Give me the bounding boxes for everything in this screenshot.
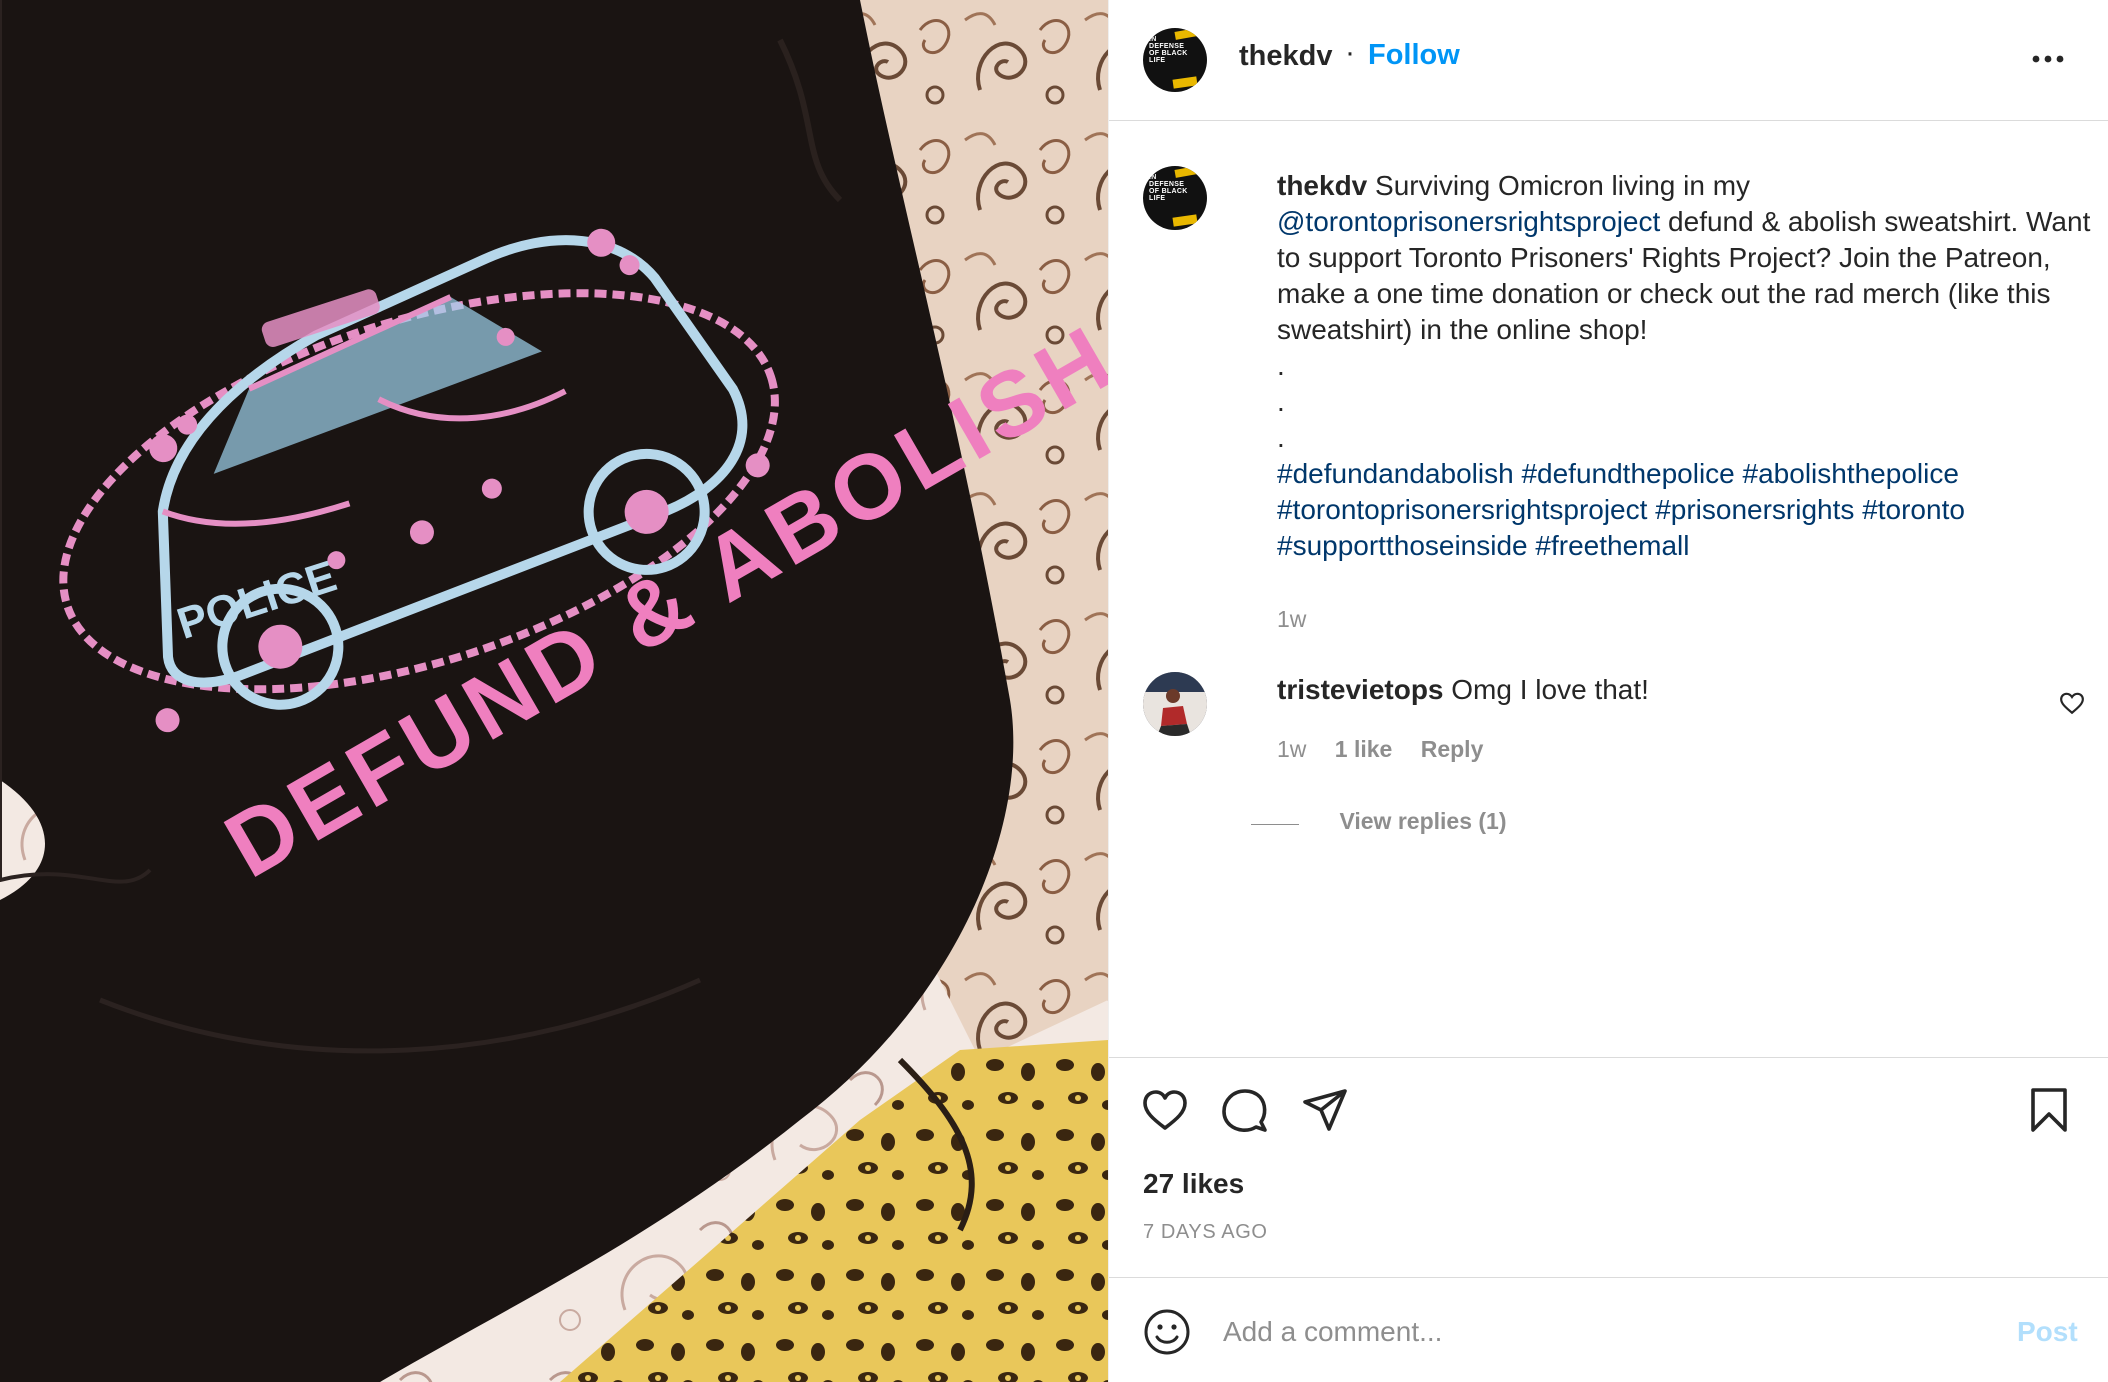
author-avatar[interactable]: IN DEFENSE OF BLACK LIFE xyxy=(1143,28,1207,92)
hashtag-link[interactable]: #abolishthepolice xyxy=(1743,458,1959,489)
commenter-avatar[interactable] xyxy=(1143,672,1207,736)
commenter-username[interactable]: tristevietops xyxy=(1277,674,1444,705)
hashtag-link[interactable]: #torontoprisonersrightsproject xyxy=(1277,494,1647,525)
comment-meta: 1w 1 like Reply xyxy=(1277,736,1505,763)
hashtag-link[interactable]: #defundthepolice xyxy=(1521,458,1734,489)
paper-plane-icon[interactable] xyxy=(1299,1084,1351,1136)
bookmark-icon[interactable] xyxy=(2023,1084,2075,1136)
add-comment-bar: Post xyxy=(1109,1277,2108,1382)
caption-text: thekdv Surviving Omicron living in my @t… xyxy=(1277,168,2097,637)
caption-username[interactable]: thekdv xyxy=(1277,170,1367,201)
reply-button[interactable]: Reply xyxy=(1421,736,1484,762)
heart-icon[interactable] xyxy=(1139,1084,1191,1136)
comment-body: Omg I love that! xyxy=(1443,674,1649,705)
smiley-icon[interactable] xyxy=(1143,1308,1191,1356)
comment-input[interactable] xyxy=(1221,1306,1965,1358)
likes-count[interactable]: 27 likes xyxy=(1143,1168,1244,1200)
caption-dots: . . . xyxy=(1277,350,1285,453)
replies-divider xyxy=(1251,824,1299,826)
comment-item: tristevietops Omg I love that! 1w 1 like… xyxy=(1143,670,2085,780)
more-horizontal-icon[interactable] xyxy=(2028,44,2068,74)
hashtag-link[interactable]: #toronto xyxy=(1862,494,1965,525)
hashtag-link[interactable]: #supportthoseinside xyxy=(1277,530,1528,561)
post-header: IN DEFENSE OF BLACK LIFE thekdv · Follow xyxy=(1109,0,2108,121)
hashtag-link[interactable]: #prisonersrights xyxy=(1655,494,1854,525)
header-dot-separator: · xyxy=(1345,36,1355,69)
caption-author-avatar[interactable]: IN DEFENSE OF BLACK LIFE xyxy=(1143,166,1207,230)
follow-button[interactable]: Follow xyxy=(1368,39,1460,72)
post-date[interactable]: 7 DAYS AGO xyxy=(1143,1221,1268,1244)
avatar-text: IN DEFENSE OF BLACK LIFE xyxy=(1149,36,1188,64)
caption-body-1: Surviving Omicron living in my xyxy=(1367,170,1751,201)
view-replies[interactable]: View replies (1) xyxy=(1251,808,1507,835)
post-side-panel: IN DEFENSE OF BLACK LIFE thekdv · Follow… xyxy=(1108,0,2108,1382)
post-actions: 27 likes 7 DAYS AGO xyxy=(1109,1057,2108,1277)
post-comment-button[interactable]: Post xyxy=(2017,1316,2078,1348)
view-replies-label: View replies (1) xyxy=(1339,808,1507,834)
caption-timestamp[interactable]: 1w xyxy=(1277,606,1306,632)
post-photo[interactable]: POLICE DEFUND & ABOLISH xyxy=(0,0,1108,1382)
caption-mention-link[interactable]: @torontoprisonersrightsproject xyxy=(1277,206,1660,237)
comment-text: tristevietops Omg I love that! xyxy=(1277,672,1649,708)
hashtag-link[interactable]: #freethemall xyxy=(1535,530,1689,561)
speech-bubble-icon[interactable] xyxy=(1219,1084,1271,1136)
author-username[interactable]: thekdv xyxy=(1239,40,1332,73)
hashtag-link[interactable]: #defundandabolish xyxy=(1277,458,1514,489)
comment-timestamp[interactable]: 1w xyxy=(1277,736,1306,762)
comment-heart-icon[interactable] xyxy=(2059,690,2085,716)
comment-likes[interactable]: 1 like xyxy=(1335,736,1393,762)
avatar-text: IN DEFENSE OF BLACK LIFE xyxy=(1149,174,1188,202)
